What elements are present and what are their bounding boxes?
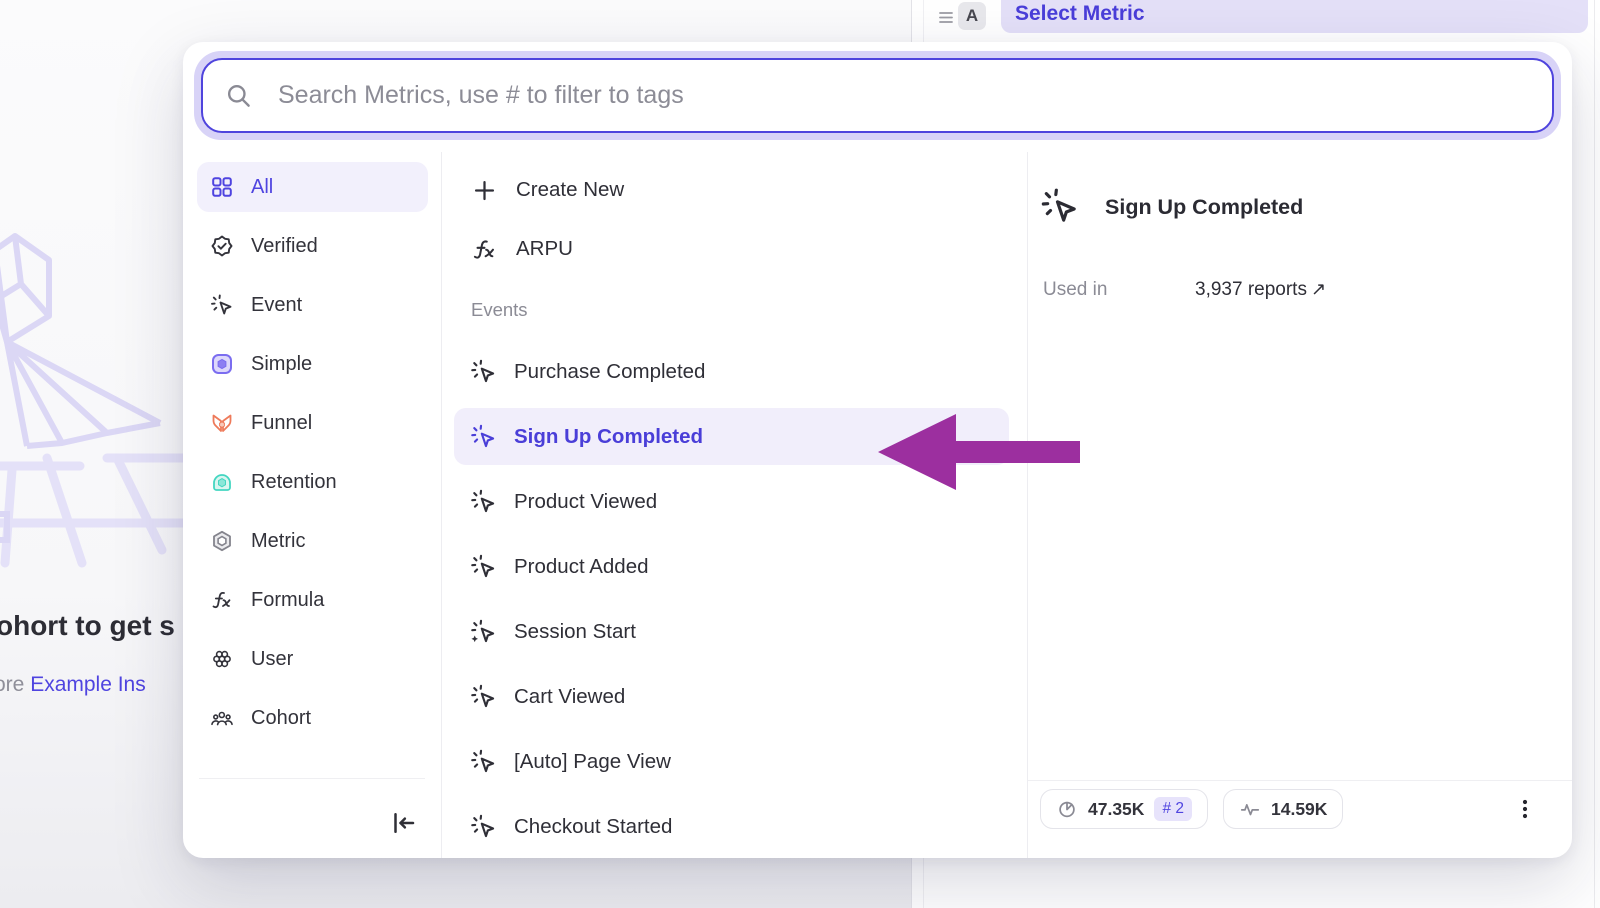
search-focus-ring <box>194 51 1561 140</box>
events-section-header: Events <box>454 289 1009 331</box>
cursor-click-icon <box>470 683 497 710</box>
more-options-button[interactable] <box>1508 792 1542 826</box>
search-field[interactable] <box>201 58 1554 133</box>
cursor-click-icon <box>1040 186 1080 231</box>
list-item-session-start[interactable]: Session Start <box>454 603 1009 660</box>
select-metric-label: Select Metric <box>1015 2 1145 26</box>
detail-footer: 47.35K # 2 14.59K <box>1028 780 1572 858</box>
background-illustration <box>0 218 200 568</box>
create-new-label: Create New <box>516 178 624 202</box>
detail-title: Sign Up Completed <box>1105 195 1303 220</box>
sidebar-item-label: Retention <box>251 471 337 494</box>
list-item-label: Cart Viewed <box>514 685 625 709</box>
metric-slot-label: A <box>958 2 986 30</box>
grid-icon <box>210 175 234 199</box>
cohort-people-icon <box>210 706 234 730</box>
sidebar-item-all[interactable]: All <box>197 162 428 212</box>
list-item-checkout-started[interactable]: Checkout Started <box>454 798 1009 855</box>
pulse-icon <box>1239 798 1261 820</box>
reports-link[interactable]: 3,937 reports↗ <box>1195 279 1326 301</box>
sidebar-item-label: Event <box>251 294 302 317</box>
formula-fx-icon <box>471 236 498 263</box>
list-item-product-added[interactable]: Product Added <box>454 538 1009 595</box>
list-item-arpu[interactable]: ARPU <box>454 223 1009 275</box>
cursor-click-icon <box>470 488 497 515</box>
sidebar-item-label: Metric <box>251 530 305 553</box>
collapse-left-icon <box>388 808 418 838</box>
search-input[interactable] <box>278 81 1534 110</box>
cursor-click-icon <box>210 293 234 317</box>
sidebar-item-formula[interactable]: Formula <box>197 575 428 625</box>
category-sidebar: All Verified Event <box>183 152 442 858</box>
sidebar-item-event[interactable]: Event <box>197 280 428 330</box>
hexagon-icon <box>210 529 234 553</box>
stat-value: 47.35K <box>1088 799 1144 820</box>
formula-fx-icon <box>210 588 234 612</box>
sidebar-item-simple[interactable]: Simple <box>197 339 428 389</box>
pie-chart-icon <box>1056 798 1078 820</box>
sidebar-item-label: Simple <box>251 353 312 376</box>
rank-badge: # 2 <box>1154 797 1192 821</box>
collapse-sidebar-button[interactable] <box>386 806 420 840</box>
external-link-icon: ↗ <box>1311 279 1326 299</box>
list-item-label: Checkout Started <box>514 815 672 839</box>
list-item-label: Product Added <box>514 555 649 579</box>
sidebar-item-metric[interactable]: Metric <box>197 516 428 566</box>
sidebar-item-label: Verified <box>251 235 318 258</box>
plus-icon <box>471 177 498 204</box>
sidebar-item-retention[interactable]: Retention <box>197 457 428 507</box>
list-item-purchase-completed[interactable]: Purchase Completed <box>454 343 1009 400</box>
list-item-cart-viewed[interactable]: Cart Viewed <box>454 668 1009 725</box>
cursor-click-icon <box>470 813 497 840</box>
retention-shape-icon <box>210 470 234 494</box>
funnel-shape-icon <box>210 411 234 435</box>
screen: A Select Metric ohort to get s ore Examp… <box>0 0 1600 908</box>
sidebar-item-label: All <box>251 176 273 199</box>
empty-state-subtext: ore Example Ins <box>0 673 146 697</box>
panel-right-border <box>1594 0 1595 908</box>
sidebar-item-label: User <box>251 648 293 671</box>
list-item-auto-page-view[interactable]: [Auto] Page View <box>454 733 1009 790</box>
list-item-label: Purchase Completed <box>514 360 705 384</box>
top-events-stat-chip[interactable]: 47.35K # 2 <box>1040 789 1208 829</box>
sidebar-item-label: Formula <box>251 589 324 612</box>
sidebar-item-label: Funnel <box>251 412 312 435</box>
stat-value: 14.59K <box>1271 799 1327 820</box>
sidebar-item-verified[interactable]: Verified <box>197 221 428 271</box>
sidebar-item-user[interactable]: User <box>197 634 428 684</box>
list-item-label: [Auto] Page View <box>514 750 671 774</box>
used-in-label: Used in <box>1043 279 1107 301</box>
empty-state-subtext-prefix: ore <box>0 673 30 696</box>
drag-handle-icon[interactable] <box>936 6 956 33</box>
cursor-click-icon <box>470 748 497 775</box>
list-item-label: Product Viewed <box>514 490 657 514</box>
cursor-click-star-icon <box>470 618 497 645</box>
sidebar-item-label: Cohort <box>251 707 311 730</box>
sidebar-footer-divider <box>199 778 425 779</box>
list-item-label: Session Start <box>514 620 636 644</box>
list-item-label: Sign Up Completed <box>514 425 703 449</box>
sidebar-item-funnel[interactable]: Funnel <box>197 398 428 448</box>
search-icon <box>225 82 252 109</box>
create-new-button[interactable]: Create New <box>454 164 1009 216</box>
cursor-click-icon <box>470 358 497 385</box>
example-insights-link[interactable]: Example Ins <box>30 673 146 696</box>
user-cluster-icon <box>210 647 234 671</box>
verified-badge-icon <box>210 234 234 258</box>
kebab-icon <box>1513 797 1537 821</box>
sidebar-item-cohort[interactable]: Cohort <box>197 693 428 743</box>
simple-shape-icon <box>210 352 234 376</box>
volume-stat-chip[interactable]: 14.59K <box>1223 789 1343 829</box>
metric-list: Create New ARPU Events <box>442 152 1028 858</box>
annotation-arrow <box>864 402 1094 502</box>
cursor-click-icon <box>470 423 497 450</box>
empty-state-heading: ohort to get s <box>0 610 175 642</box>
cursor-click-icon <box>470 553 497 580</box>
select-metric-bar[interactable]: Select Metric <box>1001 0 1588 33</box>
list-item-label: ARPU <box>516 237 573 261</box>
